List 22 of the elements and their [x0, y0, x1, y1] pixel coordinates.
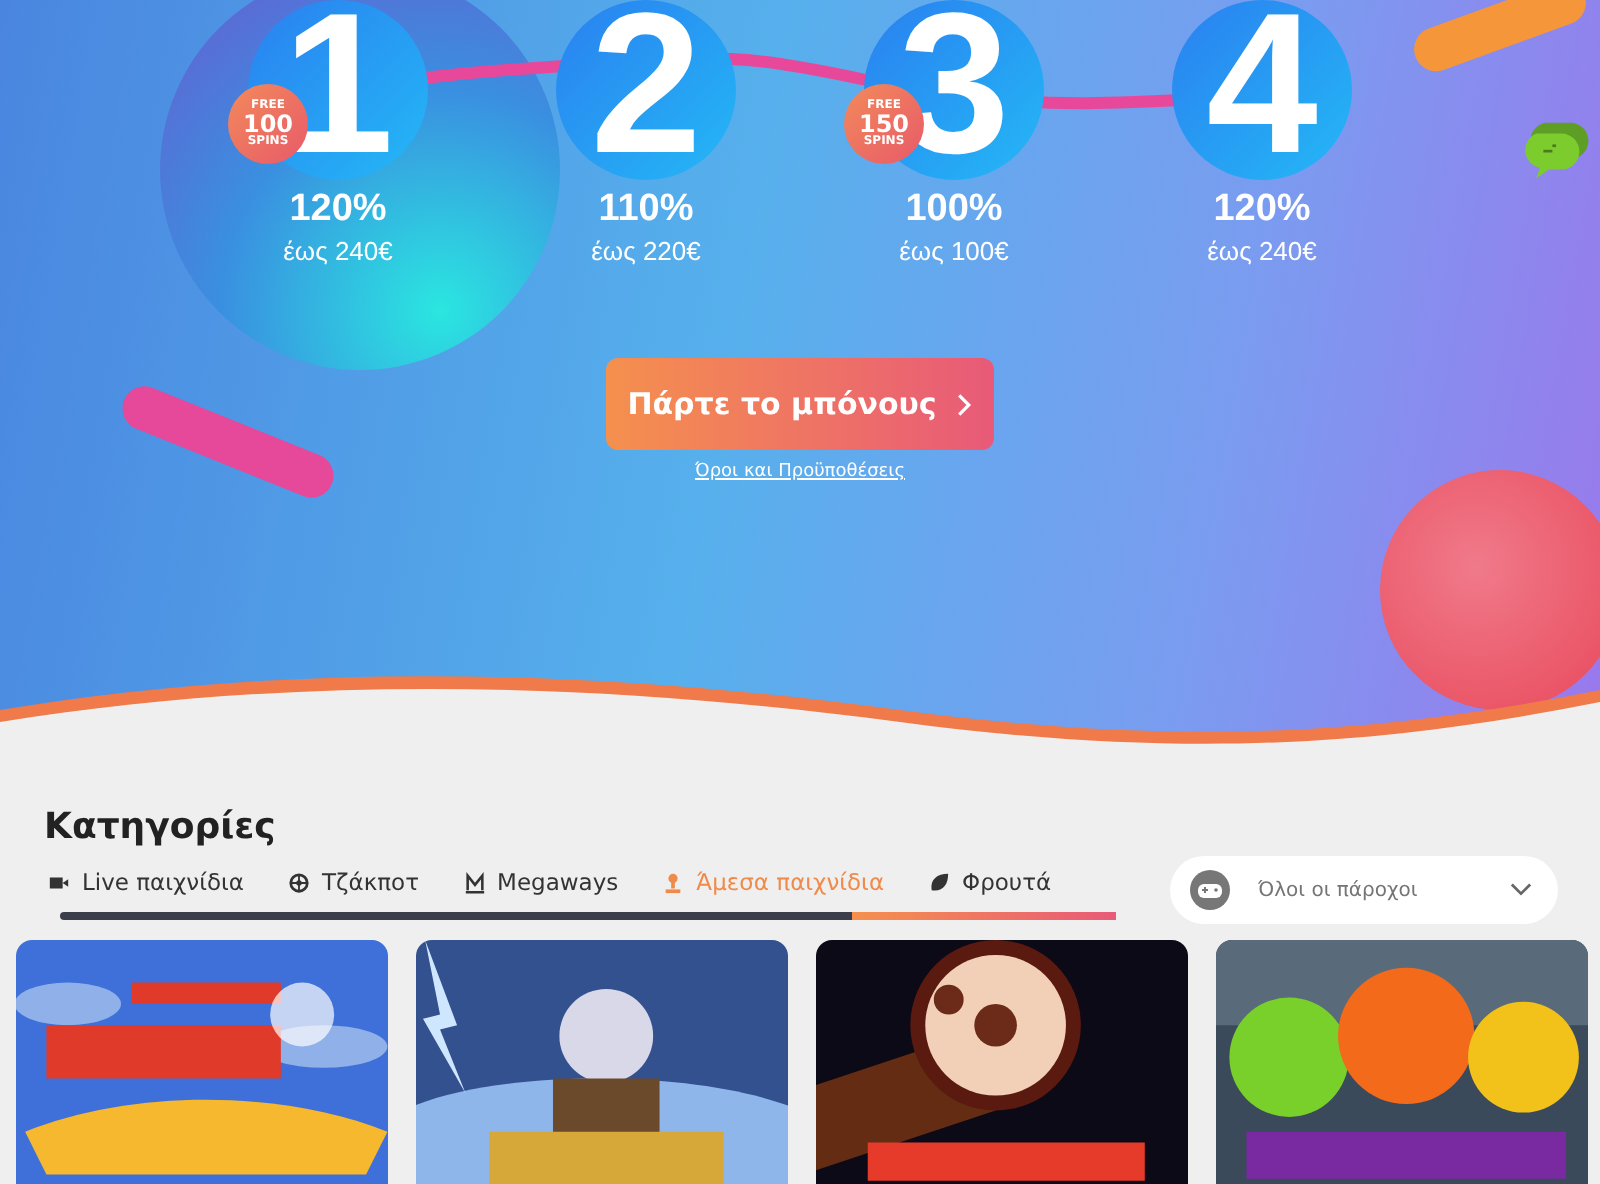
person-icon	[662, 871, 685, 893]
section-title: Κατηγορίες	[44, 806, 278, 848]
bonus-amount: έως 100€	[899, 236, 1009, 266]
chevron-right-icon	[956, 391, 973, 417]
bonus-amount: έως 220€	[591, 236, 701, 266]
bonus-amount: έως 240€	[1207, 236, 1317, 266]
wheel-icon	[288, 871, 310, 893]
step-number: 2	[556, 0, 736, 180]
category-tab[interactable]: Φρουτά	[928, 860, 1052, 904]
step-number: 4	[1172, 0, 1352, 180]
bonus-percent: 120%	[289, 188, 387, 232]
bonus-percent: 120%	[1213, 188, 1311, 232]
bonus-percent: 100%	[905, 188, 1003, 232]
category-tab[interactable]: Live παιχνίδια	[48, 860, 244, 904]
category-tab[interactable]: Τζάκποτ	[288, 860, 420, 904]
bonus-amount: έως 240€	[283, 236, 393, 266]
provider-dropdown[interactable]: Όλοι οι πάροχοι	[1170, 856, 1558, 924]
gamepad-icon	[1190, 870, 1230, 910]
leaf-icon	[928, 871, 951, 893]
category-tab[interactable]: Megaways	[463, 860, 619, 904]
chevron-down-icon	[1510, 882, 1532, 898]
bonus-percent: 110%	[598, 188, 694, 232]
